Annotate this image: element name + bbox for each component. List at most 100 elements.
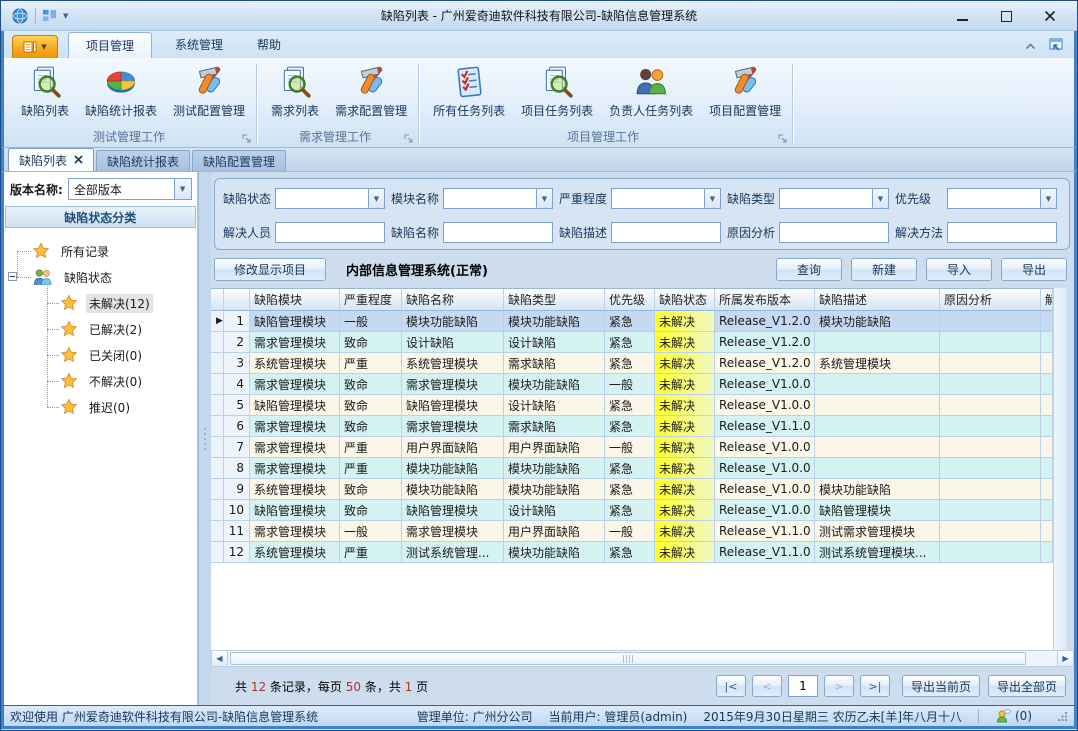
table-cell[interactable]: Release_V1.0.0 <box>715 395 815 416</box>
ribbon-button[interactable]: 项目任务列表 <box>515 63 599 121</box>
dialog-launcher-icon[interactable] <box>778 133 788 143</box>
tree-item[interactable]: 不解决(0) <box>4 368 197 394</box>
table-cell[interactable]: 需求管理模块 <box>250 332 340 353</box>
table-cell[interactable]: 未解决 <box>655 521 715 542</box>
table-cell[interactable]: 需求管理模块 <box>250 458 340 479</box>
table-cell[interactable]: 需求管理模块 <box>402 521 504 542</box>
tree-item[interactable]: 已解决(2) <box>4 316 197 342</box>
table-cell[interactable]: 用户界面缺陷 <box>402 437 504 458</box>
table-cell[interactable]: 紧急 <box>605 332 655 353</box>
first-page-button[interactable]: |< <box>716 675 746 697</box>
table-row[interactable]: 11需求管理模块一般需求管理模块用户界面缺陷一般未解决Release_V1.1.… <box>211 521 1053 542</box>
query-button[interactable]: 查询 <box>776 258 842 281</box>
table-cell[interactable] <box>1041 332 1053 353</box>
row-number[interactable]: 2 <box>224 332 250 353</box>
document-tab[interactable]: 缺陷统计报表 <box>96 150 190 171</box>
ribbon-tab-系统管理[interactable]: 系统管理 <box>158 32 240 58</box>
document-tab[interactable]: 缺陷列表 <box>8 148 94 171</box>
filter-input[interactable] <box>443 222 553 243</box>
grid-header-cell[interactable]: 缺陷名称 <box>402 289 504 311</box>
table-cell[interactable]: 模块功能缺陷 <box>402 479 504 500</box>
table-cell[interactable]: Release_V1.0.0 <box>715 458 815 479</box>
modify-columns-button[interactable]: 修改显示项目 <box>214 258 326 281</box>
table-cell[interactable]: 需求管理模块 <box>250 416 340 437</box>
table-cell[interactable] <box>1041 458 1053 479</box>
filter-input[interactable] <box>779 222 889 243</box>
table-cell[interactable] <box>940 437 1041 458</box>
last-page-button[interactable]: >| <box>860 675 890 697</box>
table-cell[interactable]: Release_V1.1.0 <box>715 521 815 542</box>
table-cell[interactable]: 致命 <box>340 395 402 416</box>
table-cell[interactable]: 缺陷管理模块 <box>402 395 504 416</box>
table-cell[interactable]: 紧急 <box>605 542 655 563</box>
table-cell[interactable] <box>940 542 1041 563</box>
table-cell[interactable] <box>940 458 1041 479</box>
row-number[interactable]: 10 <box>224 500 250 521</box>
table-cell[interactable]: Release_V1.0.0 <box>715 479 815 500</box>
table-cell[interactable]: 严重 <box>340 437 402 458</box>
table-cell[interactable] <box>1041 500 1053 521</box>
grid-header-cell[interactable]: 解决方法 <box>1041 289 1053 311</box>
table-cell[interactable]: 模块功能缺陷 <box>504 542 605 563</box>
table-row[interactable]: 4需求管理模块致命需求管理模块模块功能缺陷一般未解决Release_V1.0.0 <box>211 374 1053 395</box>
scrollbar-track[interactable] <box>228 650 1057 667</box>
table-cell[interactable]: 需求缺陷 <box>504 416 605 437</box>
row-number[interactable]: 5 <box>224 395 250 416</box>
table-cell[interactable] <box>940 332 1041 353</box>
row-number[interactable]: 3 <box>224 353 250 374</box>
table-cell[interactable] <box>1041 395 1053 416</box>
table-row[interactable]: 12系统管理模块严重测试系统管理...模块功能缺陷紧急未解决Release_V1… <box>211 542 1053 563</box>
resize-grip[interactable] <box>1058 711 1068 725</box>
export-all-pages-button[interactable]: 导出全部页 <box>988 675 1066 697</box>
table-cell[interactable] <box>940 500 1041 521</box>
table-cell[interactable] <box>1041 416 1053 437</box>
maximize-button[interactable] <box>999 10 1013 22</box>
table-cell[interactable] <box>940 374 1041 395</box>
table-cell[interactable]: 紧急 <box>605 395 655 416</box>
table-cell[interactable]: 未解决 <box>655 437 715 458</box>
table-cell[interactable]: 致命 <box>340 479 402 500</box>
table-cell[interactable]: 模块功能缺陷 <box>815 311 940 332</box>
table-cell[interactable]: 设计缺陷 <box>504 395 605 416</box>
table-cell[interactable]: 严重 <box>340 458 402 479</box>
table-cell[interactable]: Release_V1.0.0 <box>715 437 815 458</box>
table-cell[interactable]: Release_V1.0.0 <box>715 374 815 395</box>
table-cell[interactable]: 未解决 <box>655 500 715 521</box>
table-cell[interactable] <box>815 416 940 437</box>
table-cell[interactable]: 缺陷管理模块 <box>250 395 340 416</box>
table-cell[interactable]: 模块功能缺陷 <box>504 374 605 395</box>
table-cell[interactable]: 紧急 <box>605 500 655 521</box>
table-cell[interactable] <box>940 353 1041 374</box>
table-cell[interactable]: 测试系统管理... <box>402 542 504 563</box>
grid-header-cell[interactable]: 缺陷类型 <box>504 289 605 311</box>
ribbon-button[interactable]: 测试配置管理 <box>167 63 251 121</box>
page-number-input[interactable] <box>788 675 818 697</box>
ribbon-button[interactable]: 缺陷统计报表 <box>79 63 163 121</box>
table-cell[interactable]: 系统管理模块 <box>815 353 940 374</box>
table-cell[interactable]: 一般 <box>340 521 402 542</box>
table-cell[interactable]: 需求管理模块 <box>402 374 504 395</box>
quick-access-dropdown-icon[interactable]: ▼ <box>63 12 68 20</box>
close-tab-icon[interactable] <box>74 153 83 167</box>
table-cell[interactable]: 紧急 <box>605 479 655 500</box>
dialog-launcher-icon[interactable] <box>404 133 414 143</box>
table-row[interactable]: 5缺陷管理模块致命缺陷管理模块设计缺陷紧急未解决Release_V1.0.0 <box>211 395 1053 416</box>
row-number[interactable]: 11 <box>224 521 250 542</box>
chevron-down-icon[interactable]: ▼ <box>704 189 720 208</box>
import-button[interactable]: 导入 <box>926 258 992 281</box>
table-cell[interactable]: 测试需求管理模块 <box>815 521 940 542</box>
filter-combo[interactable]: ▼ <box>275 188 385 209</box>
table-cell[interactable]: 模块功能缺陷 <box>402 458 504 479</box>
quick-access-layout-icon[interactable] <box>42 8 57 23</box>
vertical-scrollbar[interactable] <box>1053 288 1067 650</box>
chevron-down-icon[interactable]: ▼ <box>536 189 552 208</box>
tree-item[interactable]: 所有记录 <box>4 238 197 264</box>
table-cell[interactable] <box>815 374 940 395</box>
tree-item[interactable]: 推迟(0) <box>4 394 197 420</box>
table-row[interactable]: 9系统管理模块致命模块功能缺陷模块功能缺陷紧急未解决Release_V1.0.0… <box>211 479 1053 500</box>
table-cell[interactable]: 未解决 <box>655 395 715 416</box>
row-number[interactable]: 12 <box>224 542 250 563</box>
application-menu-button[interactable]: ▼ <box>12 35 58 58</box>
horizontal-scrollbar[interactable]: ◀ ▶ <box>211 650 1074 667</box>
grid-header-cell[interactable]: 缺陷状态 <box>655 289 715 311</box>
